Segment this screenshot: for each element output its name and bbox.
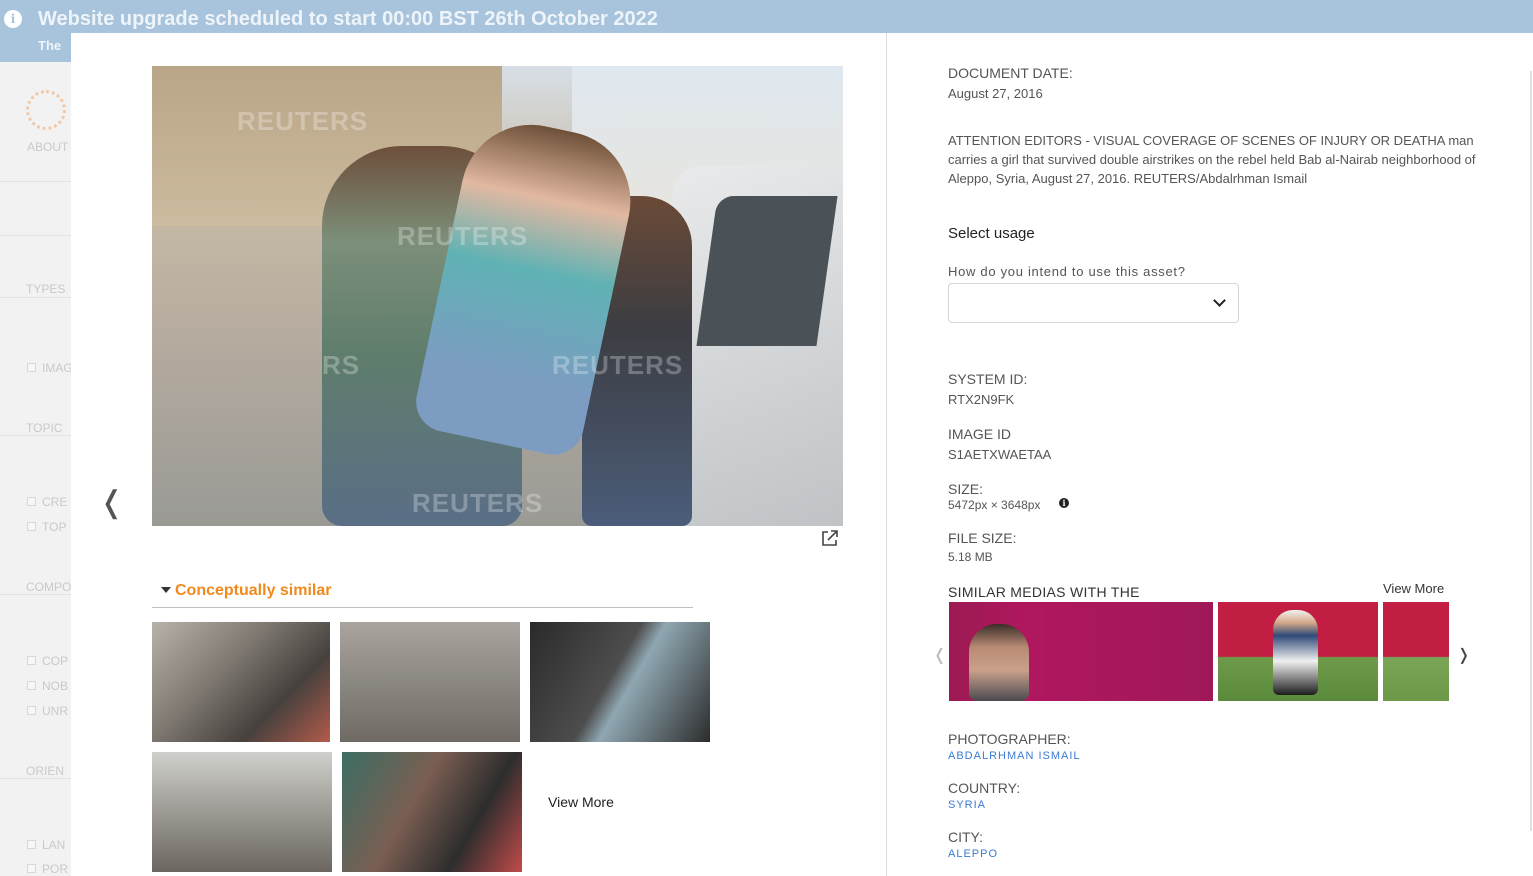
bg-checkbox: [27, 706, 36, 715]
bg-creative-option: CRE: [42, 495, 68, 509]
file-size-label: FILE SIZE:: [948, 530, 1017, 546]
document-date-value: August 27, 2016: [948, 86, 1043, 101]
bg-divider: [0, 297, 72, 298]
panel-divider: [886, 33, 887, 876]
size-info-icon[interactable]: i: [1059, 498, 1069, 508]
similar-medias-title: SIMILAR MEDIAS WITH THE: [948, 584, 1140, 600]
info-icon: i: [4, 10, 22, 28]
bg-orientation-heading: ORIEN: [26, 764, 65, 778]
carousel-next-icon[interactable]: ❭: [1457, 645, 1470, 665]
image-id-label: IMAGE ID: [948, 426, 1012, 442]
watermark-text: REUTERS: [552, 350, 684, 380]
open-external-icon[interactable]: [820, 528, 840, 548]
bg-nob-option: NOB: [42, 679, 69, 693]
bg-types-heading: TYPES: [26, 282, 66, 296]
view-more-similar-medias-link[interactable]: View More: [1383, 581, 1444, 596]
conceptually-similar-title: Conceptually similar: [175, 582, 332, 599]
chevron-down-icon: [1213, 294, 1226, 307]
asset-detail-modal: ❬ REUTERS REUTERS RS REUTERS REUTERS Con…: [71, 33, 1533, 876]
bg-checkbox: [27, 681, 36, 690]
similar-thumbnail[interactable]: [342, 752, 522, 872]
photographer-link[interactable]: ABDALRHMAN ISMAIL: [948, 750, 1081, 762]
photographer-label: PHOTOGRAPHER:: [948, 731, 1071, 747]
main-photo: REUTERS REUTERS RS REUTERS REUTERS: [152, 66, 843, 526]
bg-divider: [0, 435, 72, 436]
scrollbar-track[interactable]: [1530, 71, 1532, 831]
similar-media-thumbnail[interactable]: [1383, 602, 1449, 701]
bg-top-option: TOP: [42, 520, 67, 534]
previous-image-arrow-icon[interactable]: ❬: [99, 488, 124, 518]
bg-checkbox: [27, 864, 36, 873]
similar-media-thumbnail[interactable]: [949, 602, 1213, 701]
similar-thumbnail[interactable]: [530, 622, 710, 742]
bg-checkbox: [27, 522, 36, 531]
watermark-text: RS: [322, 350, 361, 380]
select-usage-heading: Select usage: [948, 225, 1035, 242]
similar-thumbnail[interactable]: [152, 622, 330, 742]
size-value: 5472px × 3648px: [948, 498, 1041, 512]
size-label: SIZE:: [948, 481, 984, 497]
usage-select[interactable]: [948, 283, 1239, 323]
view-more-similar-link[interactable]: View More: [548, 794, 614, 810]
section-divider: [152, 607, 693, 608]
file-size-value: 5.18 MB: [948, 550, 993, 564]
city-label: CITY:: [948, 829, 984, 845]
bg-about-link: ABOUT: [27, 140, 69, 154]
bg-divider: [0, 778, 72, 779]
bg-images-option: IMAG: [42, 361, 73, 375]
watermark-text: REUTERS: [397, 221, 529, 251]
banner-title: Website upgrade scheduled to start 00:00…: [38, 8, 658, 30]
conceptually-similar-toggle[interactable]: Conceptually similar: [161, 582, 332, 600]
bg-divider: [0, 181, 72, 182]
bg-composition-heading: COMPO: [26, 580, 72, 594]
bg-checkbox: [27, 363, 36, 372]
country-label: COUNTRY:: [948, 780, 1021, 796]
carousel-prev-icon[interactable]: ❬: [933, 645, 946, 665]
usage-question-label: How do you intend to use this asset?: [948, 264, 1186, 279]
watermark-text: REUTERS: [237, 106, 369, 136]
caption-text: ATTENTION EDITORS - VISUAL COVERAGE OF S…: [948, 133, 1476, 186]
banner-subtitle: The: [38, 38, 62, 53]
image-id-value: S1AETXWAETAA: [948, 447, 1052, 462]
bg-divider: [0, 235, 72, 236]
bg-copy-option: COP: [42, 654, 69, 668]
system-id-value: RTX2N9FK: [948, 392, 1015, 407]
city-link[interactable]: ALEPPO: [948, 848, 998, 860]
bg-topic-heading: TOPIC: [26, 421, 63, 435]
document-date-label: DOCUMENT DATE:: [948, 65, 1073, 81]
caret-down-icon: [161, 587, 171, 593]
similar-media-thumbnail[interactable]: [1218, 602, 1378, 701]
bg-unr-option: UNR: [42, 704, 68, 718]
bg-divider: [0, 594, 72, 595]
similar-thumbnail[interactable]: [152, 752, 332, 872]
watermark-text: REUTERS: [412, 488, 544, 518]
country-link[interactable]: SYRIA: [948, 799, 986, 811]
bg-portrait-option: POR: [42, 862, 69, 876]
system-id-label: SYSTEM ID:: [948, 371, 1028, 387]
bg-checkbox: [27, 497, 36, 506]
bg-checkbox: [27, 656, 36, 665]
background-sidebar: [0, 62, 72, 876]
bg-checkbox: [27, 840, 36, 849]
bg-landscape-option: LAN: [42, 838, 66, 852]
similar-thumbnail[interactable]: [340, 622, 520, 742]
reuters-logo-icon: [26, 90, 66, 130]
